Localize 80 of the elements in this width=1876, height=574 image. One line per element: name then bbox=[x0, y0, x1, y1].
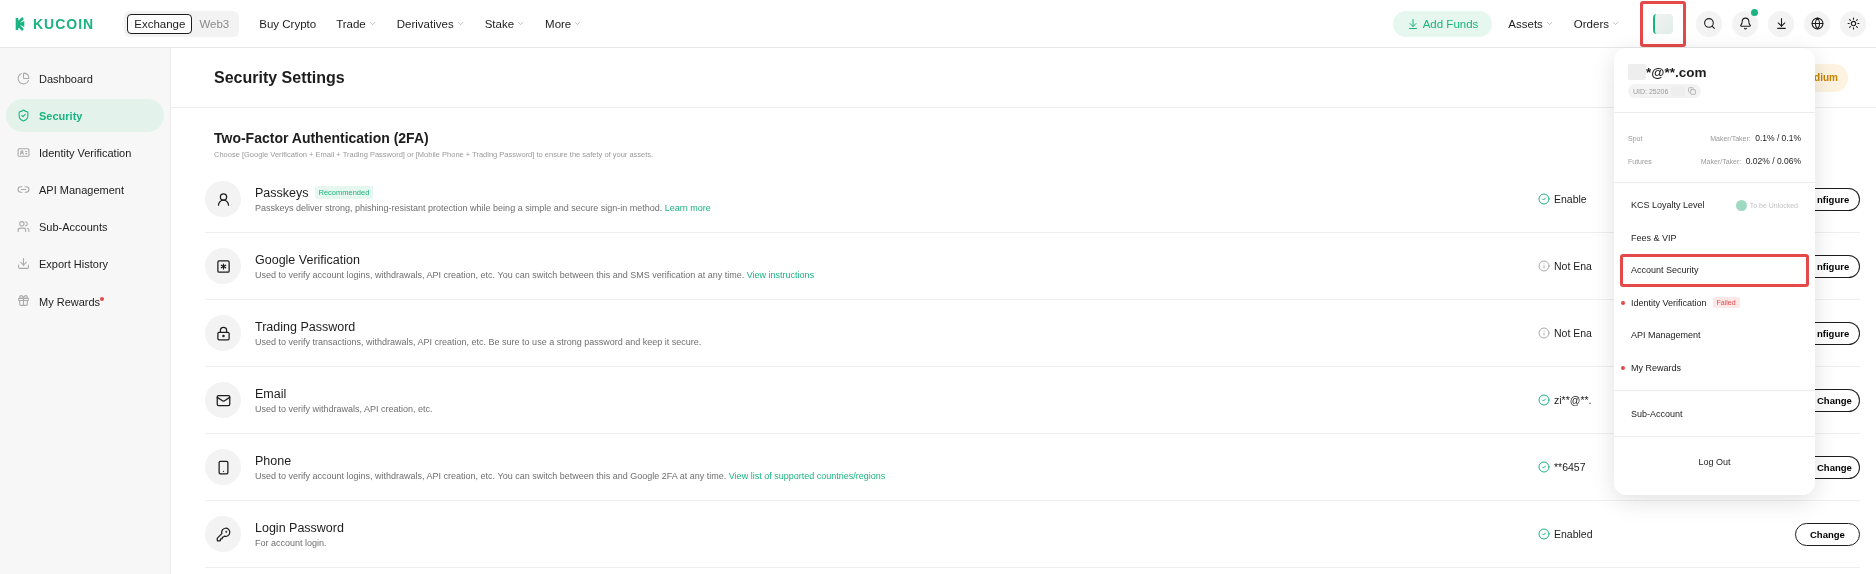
page-title: Security Settings bbox=[214, 68, 345, 87]
logo-text: KUCOIN bbox=[33, 15, 95, 32]
users-icon bbox=[17, 220, 30, 233]
setting-button[interactable]: Change bbox=[1795, 522, 1860, 546]
setting-title: Passkeys bbox=[255, 185, 309, 200]
setting-title: Google Verification bbox=[255, 252, 360, 267]
id-card-icon bbox=[17, 146, 30, 159]
status-text: **6457 bbox=[1554, 461, 1586, 473]
setting-description: Used to verify transactions, withdrawals, API creation, etc. Be sure to use a strong password and keep it secure. bbox=[255, 336, 703, 347]
fee-value: 0.02% / 0.06% bbox=[1745, 156, 1801, 166]
setting-description: Used to verify account logins, withdrawals, API creation, etc. You can switch between this and Google 2FA at any time. View list of supported countries/regions bbox=[255, 470, 887, 481]
avatar-button[interactable] bbox=[1640, 0, 1686, 47]
mail-icon bbox=[205, 382, 241, 418]
download-button[interactable] bbox=[1768, 10, 1794, 37]
notification-button[interactable] bbox=[1732, 10, 1758, 37]
logout-link[interactable]: Log Out bbox=[1614, 437, 1815, 487]
asterisk-icon bbox=[205, 248, 241, 284]
avatar-icon bbox=[1653, 13, 1673, 34]
lock-icon bbox=[205, 315, 241, 351]
nav-menu[interactable]: Assets bbox=[1508, 17, 1554, 30]
setting-description: For account login. bbox=[255, 537, 328, 548]
menu-item[interactable]: API Management bbox=[1620, 319, 1809, 352]
status-text: Not Ena bbox=[1554, 260, 1592, 272]
nav-menu[interactable]: More bbox=[545, 17, 583, 30]
coin-icon bbox=[1735, 199, 1747, 211]
setting-button[interactable]: nfigure bbox=[1815, 254, 1860, 278]
language-button[interactable] bbox=[1804, 10, 1830, 37]
sidebar-item[interactable]: My Rewards bbox=[6, 284, 164, 317]
sidebar-item[interactable]: Sub-Accounts bbox=[6, 210, 164, 243]
link-icon bbox=[17, 183, 30, 196]
setting-button[interactable]: nfigure bbox=[1815, 187, 1860, 211]
setting-title: Trading Password bbox=[255, 319, 356, 334]
nav-menu[interactable]: Buy Crypto bbox=[259, 17, 317, 30]
setting-title: Login Password bbox=[255, 520, 344, 535]
search-button[interactable] bbox=[1696, 10, 1722, 37]
phone-icon bbox=[205, 449, 241, 485]
status-text: Not Ena bbox=[1554, 327, 1592, 339]
section-title: Two-Factor Authentication (2FA) bbox=[214, 130, 429, 146]
caret-icon bbox=[1611, 19, 1620, 28]
status-text: zi**@**. bbox=[1554, 394, 1592, 406]
nav-menu[interactable]: Derivatives bbox=[396, 17, 465, 30]
nav-menu[interactable]: Stake bbox=[484, 17, 526, 30]
menu-item[interactable]: Sub-Account bbox=[1614, 391, 1815, 437]
download-icon bbox=[17, 257, 30, 270]
menu-item[interactable]: Fees & VIP bbox=[1620, 221, 1809, 254]
globe-icon bbox=[1810, 17, 1824, 30]
person-icon bbox=[205, 181, 241, 217]
shield-icon bbox=[17, 109, 30, 122]
setting-description: Passkeys deliver strong, phishing-resistant protection while being a simple and secure sign-in method. Learn more bbox=[255, 202, 712, 213]
sidebar-item[interactable]: API Management bbox=[6, 173, 164, 206]
caret-icon bbox=[1544, 19, 1554, 28]
setting-description: Used to verify withdrawals, API creation, etc. bbox=[255, 403, 434, 414]
search-icon bbox=[1702, 17, 1716, 30]
sidebar-item[interactable]: Export History bbox=[6, 247, 164, 280]
setting-button[interactable]: Change bbox=[1815, 388, 1860, 412]
nav-menu[interactable]: Orders bbox=[1573, 17, 1620, 30]
sidebar-item[interactable]: Dashboard bbox=[6, 62, 164, 95]
status-text: Enable bbox=[1554, 193, 1587, 205]
copy-icon bbox=[1688, 87, 1697, 95]
setting-button[interactable]: nfigure bbox=[1815, 321, 1860, 345]
sun-icon bbox=[1846, 17, 1860, 30]
setting-title: Phone bbox=[255, 453, 292, 468]
setting-button[interactable]: Change bbox=[1815, 455, 1860, 479]
pie-chart-icon bbox=[17, 72, 30, 85]
menu-item[interactable]: Account Security bbox=[1620, 254, 1809, 287]
bell-icon bbox=[1738, 17, 1752, 30]
menu-item[interactable]: My Rewards bbox=[1620, 351, 1809, 384]
account-email: *@**.com bbox=[1646, 64, 1707, 80]
setting-description: Used to verify account logins, withdrawals, API creation, etc. You can switch between this and SMS verification at any time. View instructions bbox=[255, 269, 816, 280]
mode-tab[interactable]: Exchange bbox=[127, 13, 193, 34]
gift-icon bbox=[17, 294, 30, 307]
sidebar-item[interactable]: Identity Verification bbox=[6, 136, 164, 169]
download-icon bbox=[1406, 17, 1419, 30]
status-text: Enabled bbox=[1554, 528, 1593, 540]
key-icon bbox=[205, 516, 241, 552]
download-icon bbox=[1774, 17, 1788, 30]
nav-menu[interactable]: Trade bbox=[336, 17, 377, 30]
fee-value: 0.1% / 0.1% bbox=[1755, 133, 1801, 143]
theme-button[interactable] bbox=[1840, 10, 1866, 37]
setting-title: Email bbox=[255, 386, 287, 401]
